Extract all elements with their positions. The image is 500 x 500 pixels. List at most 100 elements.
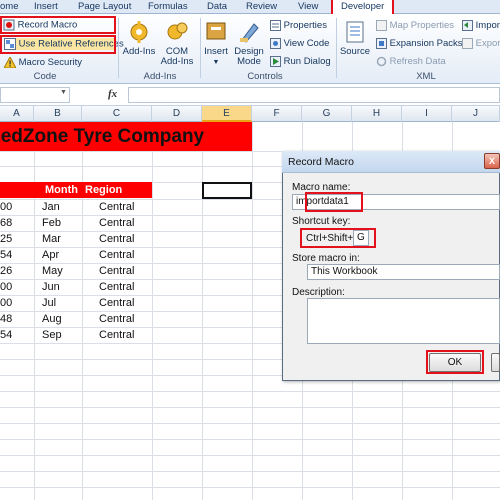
- design-mode-button[interactable]: Design Mode: [232, 20, 266, 67]
- formula-input[interactable]: [128, 87, 500, 103]
- dialog-close-button[interactable]: X: [484, 153, 500, 169]
- refresh-icon: [376, 56, 387, 67]
- cell-region[interactable]: Central: [99, 313, 134, 325]
- macro-security-label: Macro Security: [18, 57, 82, 69]
- cell-month[interactable]: Aug: [42, 313, 62, 325]
- xml-source-icon: [346, 21, 364, 43]
- export-icon: [462, 38, 473, 49]
- cell-month[interactable]: Apr: [42, 249, 59, 261]
- column-header-d[interactable]: D: [152, 106, 202, 122]
- ribbon-separator: [336, 18, 337, 78]
- cell-a[interactable]: 68: [0, 217, 12, 229]
- add-ins-button[interactable]: Add-Ins: [122, 20, 156, 57]
- column-header-j[interactable]: J: [452, 106, 500, 122]
- macro-security-button[interactable]: Macro Security: [4, 57, 82, 68]
- ok-highlight: [426, 350, 484, 374]
- cell-a[interactable]: 48: [0, 313, 12, 325]
- cell-a[interactable]: 00: [0, 201, 12, 213]
- shortcut-highlight: [300, 228, 376, 248]
- cell-month[interactable]: Feb: [42, 217, 61, 229]
- insert-label: Insert: [204, 46, 228, 57]
- refresh-data-button[interactable]: Refresh Data: [376, 56, 446, 67]
- map-properties-button[interactable]: Map Properties: [376, 20, 454, 31]
- company-title-banner[interactable]: RedZone Tyre Company: [0, 122, 252, 151]
- cell-a[interactable]: 54: [0, 329, 12, 341]
- column-header-e[interactable]: E: [202, 106, 252, 122]
- column-header-h[interactable]: H: [352, 106, 402, 122]
- insert-control-button[interactable]: Insert ▼: [202, 20, 230, 68]
- tab-page-layout[interactable]: Page Layout: [78, 1, 131, 12]
- expansion-packs-icon: [376, 38, 387, 49]
- xml-source-button[interactable]: Source: [338, 20, 372, 57]
- fx-button[interactable]: fx: [108, 88, 117, 100]
- cell-a[interactable]: 54: [0, 249, 12, 261]
- run-dialog-label: Run Dialog: [283, 56, 331, 68]
- column-header-b[interactable]: B: [34, 106, 82, 122]
- ribbon-separator: [200, 18, 201, 78]
- gridline: [0, 471, 500, 472]
- cell-month[interactable]: Jul: [42, 297, 56, 309]
- cell-region[interactable]: Central: [99, 233, 134, 245]
- ribbon-tab-bar: ome Insert Page Layout Formulas Data Rev…: [0, 0, 500, 14]
- expansion-packs-button[interactable]: Expansion Packs: [376, 38, 463, 49]
- cell-a[interactable]: 00: [0, 281, 12, 293]
- cell-month[interactable]: Mar: [42, 233, 61, 245]
- export-label: Export: [475, 38, 500, 50]
- export-button[interactable]: Export: [462, 38, 500, 49]
- view-code-label: View Code: [283, 38, 330, 50]
- cell-region[interactable]: Central: [99, 217, 134, 229]
- tab-data[interactable]: Data: [207, 1, 227, 12]
- cell-region[interactable]: Central: [99, 329, 134, 341]
- column-header-c[interactable]: C: [82, 106, 152, 122]
- import-button[interactable]: Import: [462, 20, 500, 31]
- cell-region[interactable]: Central: [99, 249, 134, 261]
- cell-month[interactable]: Jan: [42, 201, 60, 213]
- gridline: [0, 439, 500, 440]
- description-textarea[interactable]: [307, 298, 500, 344]
- run-dialog-button[interactable]: Run Dialog: [270, 56, 331, 67]
- add-ins-group-label: Add-Ins: [143, 71, 177, 82]
- view-code-button[interactable]: View Code: [270, 38, 329, 49]
- tab-home[interactable]: ome: [0, 1, 18, 12]
- cell-region[interactable]: Central: [99, 201, 134, 213]
- cancel-button[interactable]: [491, 353, 500, 372]
- import-label: Import: [475, 20, 500, 32]
- ribbon-separator: [118, 18, 119, 78]
- cell-a[interactable]: 26: [0, 265, 12, 277]
- tab-insert[interactable]: Insert: [34, 1, 58, 12]
- expansion-packs-label: Expansion Packs: [389, 38, 463, 50]
- column-header-g[interactable]: G: [302, 106, 352, 122]
- properties-icon: [270, 20, 281, 31]
- tab-formulas[interactable]: Formulas: [148, 1, 188, 12]
- dialog-title-bar[interactable]: Record Macro: [282, 151, 500, 173]
- properties-button[interactable]: Properties: [270, 20, 327, 31]
- column-header-i[interactable]: I: [402, 106, 452, 122]
- column-header-a[interactable]: A: [0, 106, 34, 122]
- column-header-f[interactable]: F: [252, 106, 302, 122]
- cell-month[interactable]: Jun: [42, 281, 60, 293]
- cell-a[interactable]: 25: [0, 233, 12, 245]
- cell-region[interactable]: Central: [99, 265, 134, 277]
- gridline: [0, 391, 500, 392]
- store-macro-select[interactable]: This Workbook: [307, 264, 500, 280]
- design-mode-icon: [240, 23, 259, 43]
- refresh-data-label: Refresh Data: [389, 56, 446, 68]
- com-add-ins-button[interactable]: COM Add-Ins: [158, 20, 196, 67]
- tab-review[interactable]: Review: [246, 1, 277, 12]
- gridline: [0, 423, 500, 424]
- active-cell-e[interactable]: [202, 182, 252, 199]
- macro-name-highlight: [305, 192, 363, 212]
- shortcut-key-label: Shortcut key:: [292, 216, 351, 227]
- store-macro-label: Store macro in:: [292, 253, 360, 264]
- cell-month[interactable]: May: [42, 265, 63, 277]
- tab-view[interactable]: View: [298, 1, 318, 12]
- warning-icon: [4, 57, 16, 68]
- xml-group-label: XML: [416, 71, 436, 82]
- cell-region[interactable]: Central: [99, 281, 134, 293]
- code-group-label: Code: [33, 71, 57, 82]
- name-box-dropdown-icon[interactable]: ▼: [60, 89, 67, 96]
- cell-month[interactable]: Sep: [42, 329, 62, 341]
- tab-developer[interactable]: Developer: [331, 0, 395, 14]
- cell-region[interactable]: Central: [99, 297, 134, 309]
- cell-a[interactable]: 00: [0, 297, 12, 309]
